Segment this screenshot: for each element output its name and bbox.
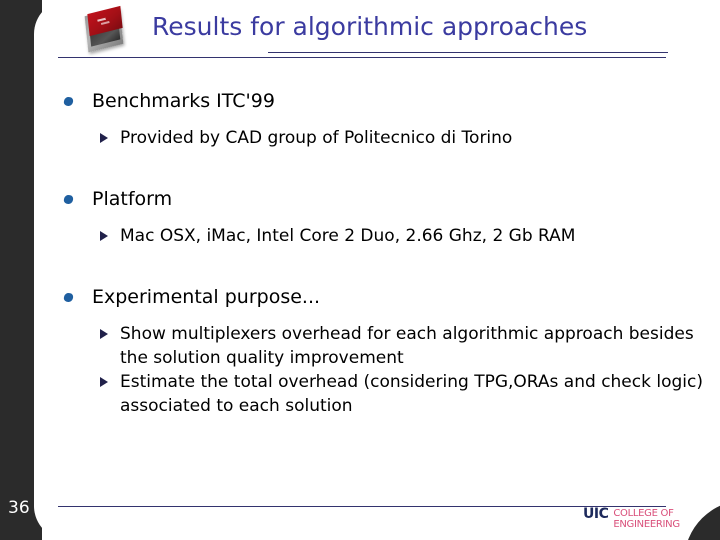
bullet-level2: Mac OSX, iMac, Intel Core 2 Duo, 2.66 Gh… (42, 224, 720, 248)
slide-title: Results for algorithmic approaches (152, 12, 588, 41)
title-divider-upper (268, 52, 668, 53)
footer-divider (58, 506, 666, 507)
bullet-level2-label: Estimate the total overhead (considering… (120, 372, 703, 416)
slide-body: Benchmarks ITC'99 Provided by CAD group … (42, 88, 720, 418)
bullet-triangle-icon (100, 133, 108, 143)
title-divider (58, 57, 666, 58)
bullet-dot-icon (63, 194, 74, 205)
bullet-level2-label: Provided by CAD group of Politecnico di … (120, 128, 513, 148)
uic-brand-line1: COLLEGE OF (613, 508, 674, 519)
bullet-triangle-icon (100, 231, 108, 241)
bullet-level2: Estimate the total overhead (considering… (42, 370, 720, 418)
page-number: 36 (8, 498, 30, 518)
bullet-triangle-icon (100, 329, 108, 339)
bullet-level1-label: Experimental purpose... (92, 286, 321, 308)
uic-brand-mark: UIC (583, 506, 609, 522)
bullet-level2-label: Show multiplexers overhead for each algo… (120, 324, 694, 368)
slide-canvas: 36 Results for algorithmic approaches Be… (0, 0, 720, 540)
bullet-dot-icon (63, 96, 74, 107)
bullet-dot-icon (63, 292, 74, 303)
corner-swoosh-decoration (674, 500, 720, 540)
uic-brand-words: COLLEGE OF ENGINEERING (613, 508, 680, 530)
bullet-level2: Provided by CAD group of Politecnico di … (42, 126, 720, 150)
bullet-level1-label: Benchmarks ITC'99 (92, 90, 275, 112)
bullet-level1-label: Platform (92, 188, 173, 210)
bullet-triangle-icon (100, 377, 108, 387)
bullet-level1: Benchmarks ITC'99 (42, 88, 720, 114)
bullet-level2: Show multiplexers overhead for each algo… (42, 322, 720, 370)
bullet-level1: Experimental purpose... (42, 284, 720, 310)
bullet-level2-label: Mac OSX, iMac, Intel Core 2 Duo, 2.66 Gh… (120, 226, 576, 246)
uic-brand-line2: ENGINEERING (613, 519, 680, 530)
presentation-tile-logo-icon (76, 5, 134, 53)
uic-college-of-engineering-logo: UIC COLLEGE OF ENGINEERING (583, 506, 680, 530)
bullet-level1: Platform (42, 186, 720, 212)
